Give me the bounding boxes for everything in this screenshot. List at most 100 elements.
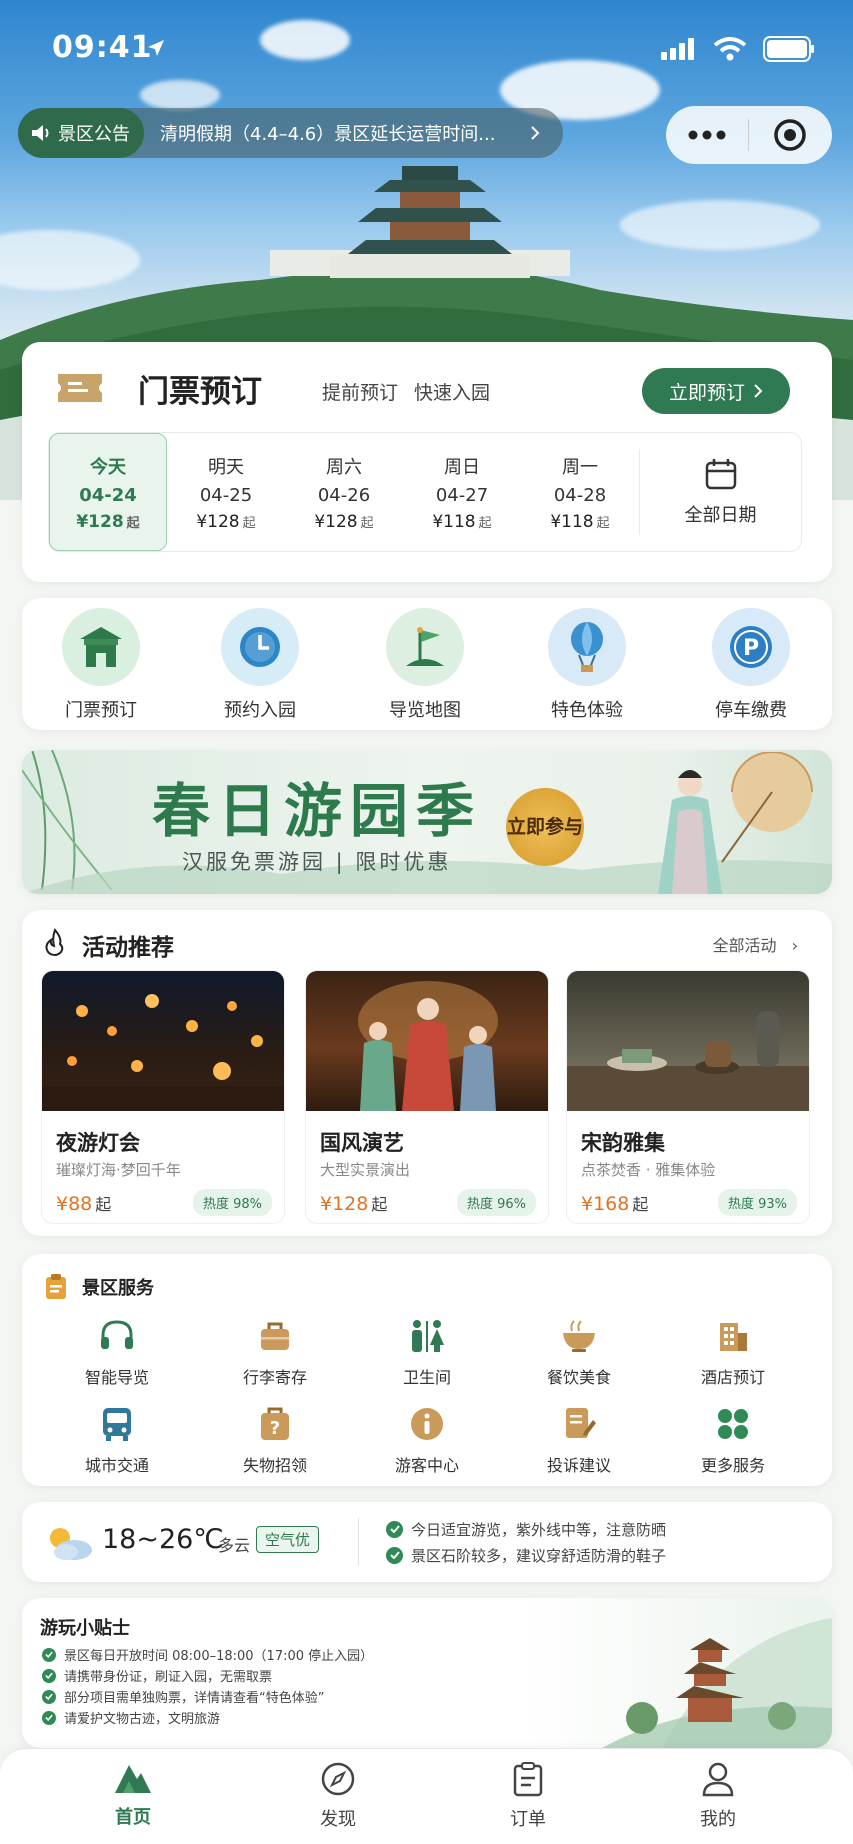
date-option[interactable]: 周日 04-27 ¥118 起 [403,433,521,551]
date-price: ¥128 [76,511,124,532]
flame-icon [45,928,64,956]
all-dates-button[interactable]: 全部日期 [639,449,801,535]
weather-tips: 今日适宜游览，紫外线中等，注意防晒 景区石阶较多，建议穿舒适防滑的鞋子 [386,1516,666,1568]
play-tips-title: 游玩小贴士 [40,1618,130,1639]
service-item[interactable]: 卫生间 [362,1316,492,1388]
date-option[interactable]: 周一 04-28 ¥118 起 [521,433,639,551]
spring-festival-banner[interactable]: 春日游园季 汉服免票游园 | 限时优惠 立即 参与 [22,750,832,894]
service-item[interactable]: 投诉建议 [514,1404,644,1476]
svg-text:P: P [743,636,759,661]
service-item[interactable]: 游客中心 [362,1404,492,1476]
check-icon [42,1689,56,1704]
book-now-button[interactable]: 立即预订 [642,368,790,414]
date-price-unit: 起 [596,515,610,531]
cellular-signal-icon [661,38,694,60]
date-price-unit: 起 [360,515,374,531]
close-miniprogram-button[interactable] [749,106,831,164]
service-item[interactable]: ? 失物招领 [210,1404,340,1476]
status-bar: 09:41 [0,0,853,100]
date-date: 04-27 [435,484,489,506]
activity-price-unit: 起 [632,1195,649,1214]
service-item[interactable]: 酒店预订 [668,1316,798,1388]
service-item[interactable]: 餐饮美食 [514,1316,644,1388]
quick-entry-reservation[interactable]: 预约入园 [195,608,325,722]
tab-label: 我的 [700,1809,736,1830]
weather-tip: 景区石阶较多，建议穿舒适防滑的鞋子 [411,1546,667,1565]
banner-title: 春日游园季 [152,777,483,845]
tab-profile[interactable]: 我的 [658,1761,778,1831]
tab-orders[interactable]: 订单 [468,1761,588,1831]
more-menu-button[interactable] [666,106,748,164]
tab-home[interactable]: 首页 [73,1761,193,1829]
map-flag-icon [386,608,464,686]
service-item[interactable]: 行李寄存 [210,1316,340,1388]
banner-badge-line2: 参与 [545,816,584,838]
date-price-unit: 起 [478,515,492,531]
date-option-today[interactable]: 今天 04-24 ¥128 起 [49,433,167,551]
chevron-right-icon [754,384,763,398]
clock-icon [221,608,299,686]
check-icon [386,1520,403,1538]
pagoda-icon [330,166,530,278]
services-title: 景区服务 [82,1278,154,1299]
tab-label: 订单 [510,1809,546,1830]
date-option[interactable]: 周六 04-26 ¥128 起 [285,433,403,551]
tab-label: 发现 [320,1809,356,1830]
scenic-services-section: 景区服务 智能导览 行李寄存 卫生间 餐饮美食 酒店预订 城市交通 ? 失物招领… [22,1254,832,1486]
mountain-home-icon [115,1765,151,1793]
play-tip: 部分项目需单独购票，详情请查看“特色体验” [64,1691,325,1706]
weather-tip: 今日适宜游览，紫外线中等，注意防晒 [411,1520,667,1539]
banner-join-button[interactable]: 立即 参与 [506,788,584,866]
activity-section: 活动推荐 全部活动 › 夜游灯会 璀璨灯海·梦回千年 ¥88起 热度 98% [22,910,832,1236]
tab-discover[interactable]: 发现 [278,1761,398,1831]
heat-badge: 热度 96% [456,1189,536,1216]
play-tip: 请携带身份证，刷证入园，无需取票 [64,1670,273,1685]
activity-desc: 点茶焚香 · 雅集体验 [581,1161,716,1179]
ticket-title: 门票预订 [138,374,262,410]
notice-text: 清明假期（4.4–4.6）景区延长运营时间... [160,124,496,145]
location-arrow-icon [148,40,164,56]
quick-entry-label: 预约入园 [224,700,296,721]
all-activities-label: 全部活动 [712,936,777,955]
play-tip: 景区每日开放时间 08:00–18:00（17:00 停止入园） [64,1649,374,1664]
service-item[interactable]: 城市交通 [52,1404,182,1476]
clipboard-icon [46,1274,66,1299]
all-activities-link[interactable]: 全部活动 › [712,932,798,956]
quick-entry-parking[interactable]: P 停车缴费 [686,608,816,722]
date-selector: 今天 04-24 ¥128 起 明天 04-25 ¥128 起 周六 04-26 ¥… [48,432,802,552]
check-icon [42,1710,56,1725]
grid-icon [668,1404,798,1444]
play-tips-card: 游玩小贴士 景区每日开放时间 08:00–18:00（17:00 停止入园） 请… [22,1598,832,1748]
feedback-icon [514,1404,644,1444]
activity-card[interactable]: 夜游灯会 璀璨灯海·梦回千年 ¥88 起 热度 98% [41,970,285,1224]
service-item[interactable]: 智能导览 [52,1316,182,1388]
date-date: 04-24 [79,484,137,506]
more-dots-icon [688,130,726,140]
notice-bar[interactable]: 景区公告 清明假期（4.4–4.6）景区延长运营时间... [18,108,563,158]
service-item[interactable]: 更多服务 [668,1404,798,1476]
date-price: ¥118 [432,511,476,532]
status-time: 09:41 [52,30,153,65]
quick-entry-map[interactable]: 导览地图 [360,608,490,722]
quick-entry-label: 门票预订 [65,700,137,721]
service-label: 智能导览 [84,1368,149,1387]
date-option[interactable]: 明天 04-25 ¥128 起 [167,433,285,551]
quick-entry-tickets[interactable]: 门票预订 [36,608,166,722]
activity-card[interactable]: 宋韵雅集 点茶焚香 · 雅集体验 ¥168 起 热度 93% [566,970,810,1224]
quick-entry-experience[interactable]: 特色体验 [522,608,652,722]
info-icon [362,1404,492,1444]
song-tea-gathering-image [567,971,809,1111]
date-price-unit: 起 [126,515,140,531]
check-icon [42,1647,56,1662]
bottom-tab-bar: 首页 发现 订单 我的 [0,1748,853,1844]
air-quality-badge: 空气优 [256,1526,320,1553]
date-price: ¥128 [196,511,240,532]
wifi-icon [713,37,747,61]
date-date: 04-28 [553,484,607,506]
activity-card[interactable]: 国风演艺 大型实景演出 ¥128 起 热度 96% [305,970,549,1224]
miniprogram-capsule [666,106,832,164]
heat-badge: 热度 93% [717,1189,797,1216]
speaker-icon [32,125,49,141]
play-tips-list: 景区每日开放时间 08:00–18:00（17:00 停止入园） 请携带身份证，… [42,1644,373,1728]
order-clipboard-icon [513,1762,543,1797]
